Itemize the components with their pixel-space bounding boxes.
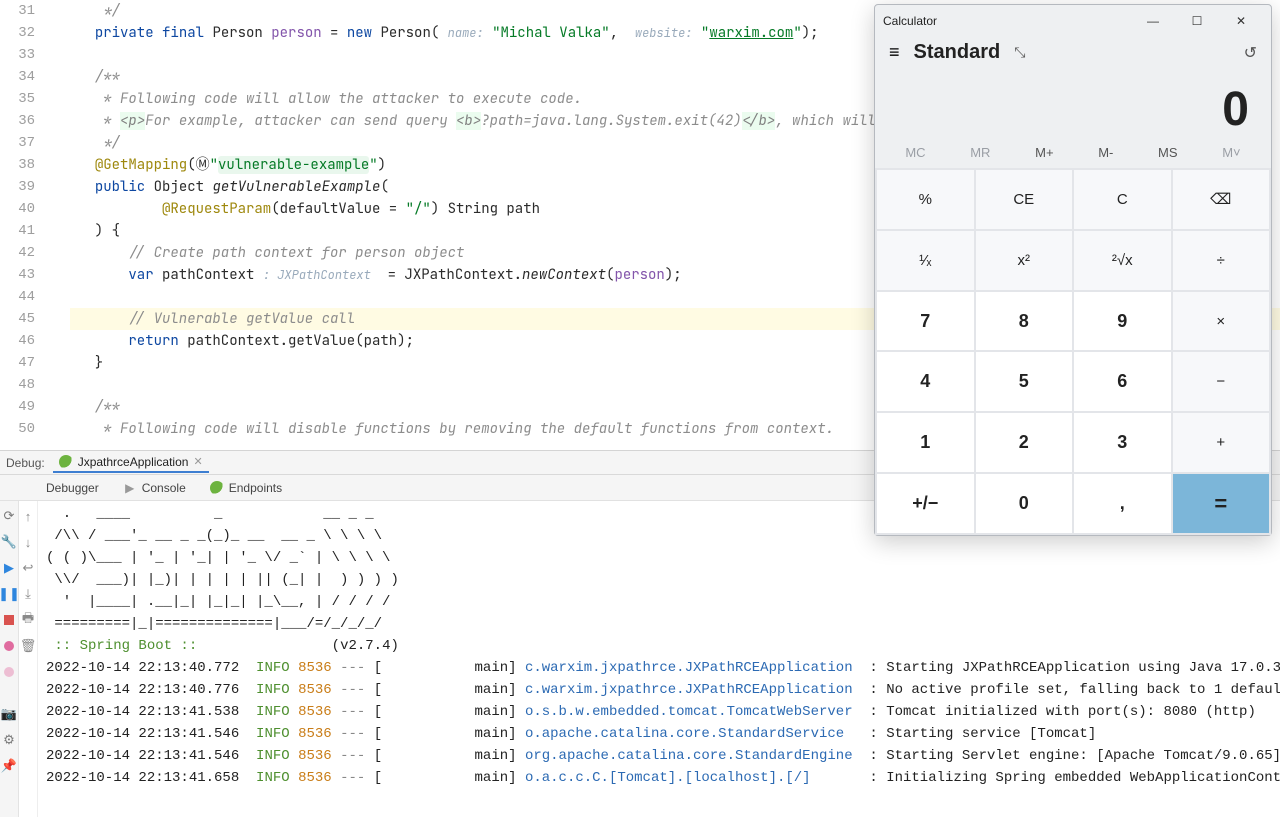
pause-button[interactable]: ❚❚ <box>0 585 18 603</box>
camera-icon[interactable]: 📷 <box>0 705 18 723</box>
maximize-button[interactable]: ☐ <box>1175 5 1219 37</box>
calc-btn-3[interactable]: 3 <box>1074 413 1171 472</box>
gutter-icons <box>52 0 70 450</box>
tab-console[interactable]: ▶ Console <box>113 477 196 499</box>
view-breakpoints-button[interactable] <box>0 637 18 655</box>
tab-console-label: Console <box>142 481 186 495</box>
calc-display: 0 <box>875 68 1271 143</box>
print-icon[interactable]: 🖶 <box>19 611 37 629</box>
calc-btn-4[interactable]: 4 <box>877 352 974 411</box>
calc-btn-¹⁄ₓ[interactable]: ¹⁄ₓ <box>877 231 974 290</box>
tab-endpoints[interactable]: Endpoints <box>200 477 292 499</box>
calc-btn-×[interactable]: × <box>1173 292 1270 351</box>
calc-btn-=[interactable]: = <box>1173 474 1270 533</box>
calc-btn-0[interactable]: 0 <box>976 474 1073 533</box>
console-output[interactable]: . ____ _ __ _ _ /\\ / ___'_ __ _ _(_)_ _… <box>38 501 1280 817</box>
calc-mem-m-[interactable]: M- <box>1098 145 1113 160</box>
calc-mem-ms[interactable]: MS <box>1158 145 1178 160</box>
calc-btn-2[interactable]: 2 <box>976 413 1073 472</box>
calc-btn-,[interactable]: , <box>1074 474 1171 533</box>
calc-btn-x²[interactable]: x² <box>976 231 1073 290</box>
down-icon[interactable]: ↓ <box>19 533 37 551</box>
log-line: 2022-10-14 22:13:41.658 INFO 8536 --- [ … <box>46 767 1280 789</box>
log-line: 2022-10-14 22:13:41.538 INFO 8536 --- [ … <box>46 701 1280 723</box>
play-icon: ▶ <box>123 481 137 495</box>
calc-btn-9[interactable]: 9 <box>1074 292 1171 351</box>
pin-icon[interactable]: 📌 <box>0 757 18 775</box>
calc-titlebar[interactable]: Calculator — ☐ ✕ <box>875 5 1271 37</box>
line-gutter: 3132333435363738394041424344454647484950 <box>0 0 52 450</box>
history-icon[interactable]: ↺ <box>1244 43 1257 63</box>
calc-btn-1[interactable]: 1 <box>877 413 974 472</box>
calc-btn-CE[interactable]: CE <box>976 170 1073 229</box>
calc-btn-7[interactable]: 7 <box>877 292 974 351</box>
mute-breakpoints-button[interactable] <box>0 663 18 681</box>
tab-debugger[interactable]: Debugger <box>36 477 109 499</box>
calc-btn-−[interactable]: − <box>1173 352 1270 411</box>
close-button[interactable]: ✕ <box>1219 5 1263 37</box>
calc-btn-8[interactable]: 8 <box>976 292 1073 351</box>
log-line: 2022-10-14 22:13:40.776 INFO 8536 --- [ … <box>46 679 1280 701</box>
calc-mem-m˅: M˅ <box>1222 145 1240 160</box>
calc-btn-6[interactable]: 6 <box>1074 352 1171 411</box>
calc-btn-²√x[interactable]: ²√x <box>1074 231 1171 290</box>
calc-btn-÷[interactable]: ÷ <box>1173 231 1270 290</box>
close-icon[interactable]: ✕ <box>193 455 202 468</box>
calc-btn-C[interactable]: C <box>1074 170 1171 229</box>
calc-mem-mc: MC <box>905 145 925 160</box>
spring-icon <box>210 481 224 495</box>
console-body: ⟳ 🔧 ▶ ❚❚ 📷 ⚙ 📌 ↑ ↓ ↩ ⤓ 🖶 🗑 . ___ <box>0 501 1280 817</box>
spring-icon <box>59 455 73 469</box>
tab-endpoints-label: Endpoints <box>229 481 282 495</box>
settings-icon[interactable]: ⚙ <box>0 731 18 749</box>
calc-mem-mr: MR <box>970 145 990 160</box>
console-toolbar: ↑ ↓ ↩ ⤓ 🖶 🗑 <box>19 501 38 817</box>
calc-btn-%[interactable]: % <box>877 170 974 229</box>
wrap-icon[interactable]: ↩ <box>19 559 37 577</box>
run-config-tab[interactable]: JxpathrceApplication ✕ <box>53 453 209 473</box>
calc-btn-5[interactable]: 5 <box>976 352 1073 411</box>
rerun-button[interactable]: ⟳ <box>0 507 18 525</box>
log-line: 2022-10-14 22:13:41.546 INFO 8536 --- [ … <box>46 723 1280 745</box>
calc-memory-row: MC MR M+ M- MS M˅ <box>875 143 1271 168</box>
resume-button[interactable]: ▶ <box>0 559 18 577</box>
calc-mem-m+[interactable]: M+ <box>1035 145 1053 160</box>
on-top-icon[interactable]: ⤡ <box>1014 44 1025 61</box>
calc-header: ≡ Standard ⤡ ↺ <box>875 37 1271 68</box>
log-line: 2022-10-14 22:13:41.546 INFO 8536 --- [ … <box>46 745 1280 767</box>
scroll-end-icon[interactable]: ⤓ <box>19 585 37 603</box>
calc-btn-⌫[interactable]: ⌫ <box>1173 170 1270 229</box>
log-line: 2022-10-14 22:13:40.772 INFO 8536 --- [ … <box>46 657 1280 679</box>
stop-button[interactable] <box>0 611 18 629</box>
hamburger-icon[interactable]: ≡ <box>889 42 900 63</box>
wrench-icon[interactable]: 🔧 <box>0 533 18 551</box>
calc-mode: Standard <box>914 41 1001 64</box>
run-config-name: JxpathrceApplication <box>78 455 189 469</box>
calc-btn-+[interactable]: + <box>1173 413 1270 472</box>
calc-buttons: %CEC⌫ ¹⁄ₓx²²√x÷ 789× 456− 123+ +/−0,= <box>875 168 1271 535</box>
tab-debugger-label: Debugger <box>46 481 99 495</box>
debug-tools-left: ⟳ 🔧 ▶ ❚❚ 📷 ⚙ 📌 <box>0 501 19 817</box>
clear-icon[interactable]: 🗑 <box>19 637 37 655</box>
minimize-button[interactable]: — <box>1131 5 1175 37</box>
calculator-window[interactable]: Calculator — ☐ ✕ ≡ Standard ⤡ ↺ 0 MC MR M+… <box>874 4 1272 536</box>
debug-label: Debug: <box>6 456 45 470</box>
up-icon[interactable]: ↑ <box>19 507 37 525</box>
calc-btn-+/−[interactable]: +/− <box>877 474 974 533</box>
calc-title: Calculator <box>883 14 937 28</box>
